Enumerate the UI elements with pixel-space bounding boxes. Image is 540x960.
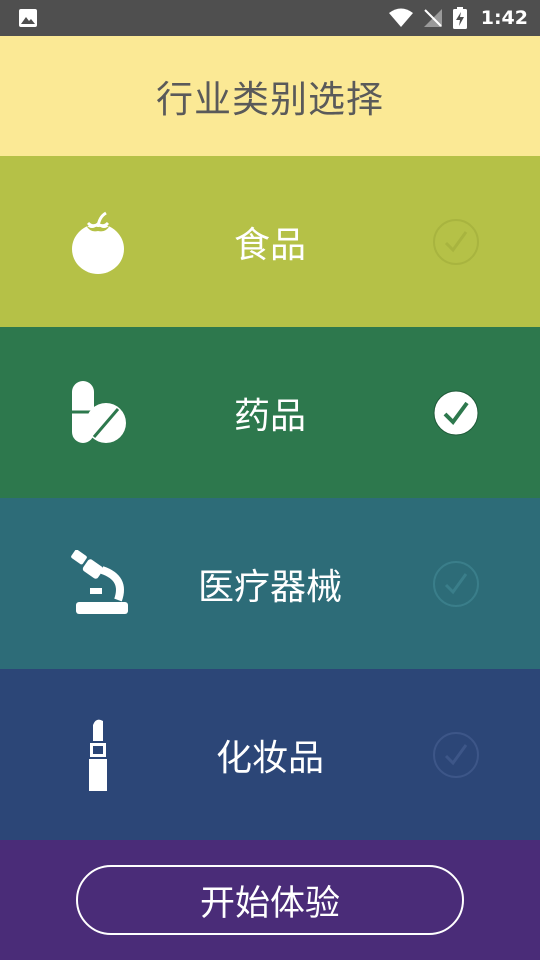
footer: 开始体验 [0,840,540,960]
page-header: 行业类别选择 [0,36,540,156]
page-title: 行业类别选择 [156,78,384,121]
image-icon [19,9,37,27]
category-row-medicine[interactable]: 药品 [0,327,540,498]
category-row-medical-devices[interactable]: 医疗器械 [0,498,540,669]
no-signal-icon [423,9,442,27]
checked-icon[interactable] [432,389,480,437]
category-row-food[interactable]: 食品 [0,156,540,327]
status-bar: 1:42 [0,0,540,36]
status-time: 1:42 [480,7,528,29]
wifi-icon [388,8,413,27]
unchecked-icon[interactable] [432,218,480,266]
battery-charging-icon [452,7,467,29]
category-row-cosmetics[interactable]: 化妆品 [0,669,540,840]
unchecked-icon[interactable] [432,560,480,608]
start-button[interactable]: 开始体验 [76,865,464,935]
unchecked-icon[interactable] [432,731,480,779]
